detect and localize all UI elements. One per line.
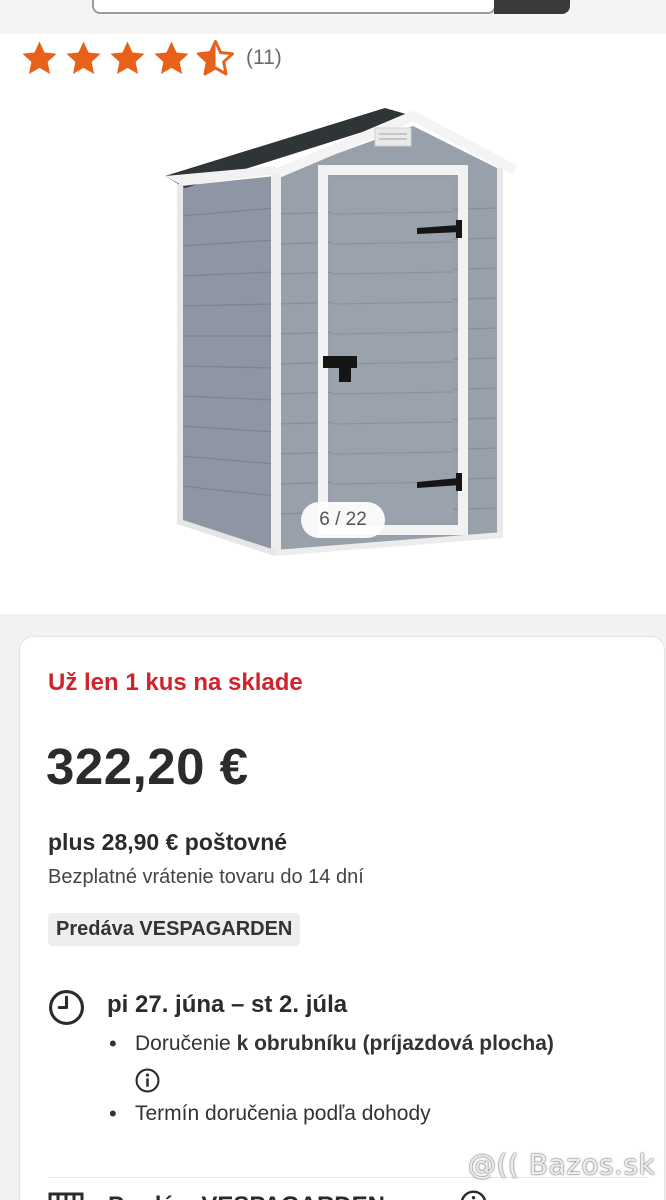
review-count[interactable]: (11): [246, 46, 282, 70]
info-icon[interactable]: [460, 1190, 487, 1200]
star-full-icon: [66, 40, 101, 74]
clock-icon: [49, 990, 84, 1025]
search-input[interactable]: [92, 0, 496, 14]
rating-stars[interactable]: (11): [20, 38, 282, 78]
list-item: • Termín doručenia podľa dohody: [107, 1099, 647, 1129]
delivery-dates: pi 27. júna – st 2. júla: [107, 991, 348, 1018]
info-icon[interactable]: [135, 1068, 160, 1093]
product-gallery-section: (11) 6 / 22: [0, 0, 666, 614]
product-image[interactable]: [163, 104, 521, 562]
return-policy: Bezplatné vrátenie tovaru do 14 dní: [48, 866, 364, 888]
delivery-details: • Doručenie k obrubníku (príjazdová ploc…: [107, 1029, 647, 1129]
seller-badge[interactable]: Predáva VESPAGARDEN: [48, 913, 301, 946]
search-button[interactable]: [494, 0, 570, 14]
delivery-method: k obrubníku (príjazdová plocha): [236, 1032, 554, 1055]
star-full-icon: [22, 40, 57, 74]
bullet: •: [109, 1101, 117, 1126]
offer-card: Už len 1 kus na sklade 322,20 € plus 28,…: [19, 636, 665, 1200]
list-item: • Doručenie k obrubníku (príjazdová ploc…: [107, 1029, 647, 1093]
watermark: @(( Bazos.sk: [468, 1148, 656, 1181]
stock-status: Už len 1 kus na sklade: [48, 669, 303, 696]
price: 322,20 €: [46, 738, 249, 795]
star-half-icon: [196, 39, 235, 75]
gallery-counter: 6 / 22: [301, 502, 385, 538]
seller-heading: Predá... VESPAGARDEN: [108, 1192, 385, 1200]
delivery-method-prefix: Doručenie: [135, 1032, 237, 1055]
bullet: •: [109, 1031, 117, 1056]
delivery-term: Termín doručenia podľa dohody: [135, 1102, 431, 1125]
shipping-cost: plus 28,90 € poštovné: [48, 829, 288, 855]
star-full-icon: [110, 40, 145, 74]
star-full-icon: [154, 40, 189, 74]
store-icon: [48, 1192, 84, 1200]
